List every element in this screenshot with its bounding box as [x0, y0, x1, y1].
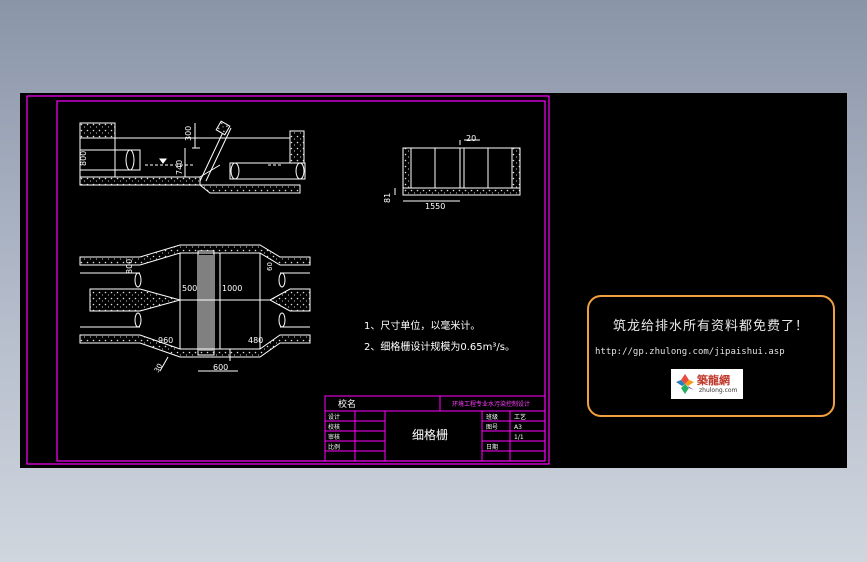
- logo-en-text: zhulong.com: [699, 387, 738, 394]
- label-process: 工艺: [514, 413, 526, 421]
- dim-960: 960: [158, 336, 173, 345]
- plan-view: [79, 244, 311, 372]
- note-1: 1、尺寸单位，以毫米计。: [364, 319, 480, 332]
- value-sheet: A3: [514, 424, 522, 431]
- zhulong-logo: 築龍網 zhulong.com: [671, 369, 743, 399]
- label-drawing-no: 图号: [486, 424, 498, 431]
- dim-300: 300: [184, 126, 193, 141]
- title-project: 环境工程专业水污染控制设计: [452, 400, 530, 408]
- dim-81: 81: [383, 193, 392, 203]
- cross-section-view: [394, 139, 521, 202]
- cad-canvas: 800 300 740 20 81 1550 800 500 1000 960 …: [20, 93, 847, 468]
- label-check: 校核: [328, 423, 340, 431]
- logo-cn-text: 築龍網: [697, 374, 730, 387]
- outer-frame: [26, 95, 550, 465]
- dim-800-plan: 800: [125, 259, 134, 274]
- dim-20: 20: [466, 134, 476, 143]
- drawing-name: 细格栅: [412, 427, 448, 442]
- dim-1550: 1550: [425, 202, 445, 211]
- label-date: 日期: [486, 443, 498, 451]
- dim-60: 60: [266, 262, 274, 271]
- label-design: 设计: [328, 413, 340, 421]
- value-sheet-count: 1/1: [514, 434, 524, 441]
- label-scale: 比例: [328, 443, 340, 451]
- dim-480: 480: [248, 336, 263, 345]
- flower-logo-icon: [676, 374, 694, 394]
- dim-740: 740: [175, 160, 184, 175]
- dim-600: 600: [213, 363, 228, 372]
- notice-title: 筑龙给排水所有资料都免费了！: [612, 319, 809, 334]
- label-review: 审核: [328, 433, 340, 441]
- note-2: 2、细格栅设计规模为0.65m³/s。: [364, 340, 515, 353]
- dim-500: 500: [182, 284, 197, 293]
- notice-url[interactable]: http://gp.zhulong.com/jipaishui.asp: [595, 347, 785, 357]
- dim-1000: 1000: [222, 284, 242, 293]
- dim-800-left: 800: [79, 151, 88, 166]
- label-class: 班级: [486, 413, 498, 421]
- watermark-notice: 筑龙给排水所有资料都免费了！ http://gp.zhulong.com/jip…: [587, 295, 835, 417]
- title-school: 校名: [338, 398, 356, 410]
- dim-30: 30: [153, 362, 164, 374]
